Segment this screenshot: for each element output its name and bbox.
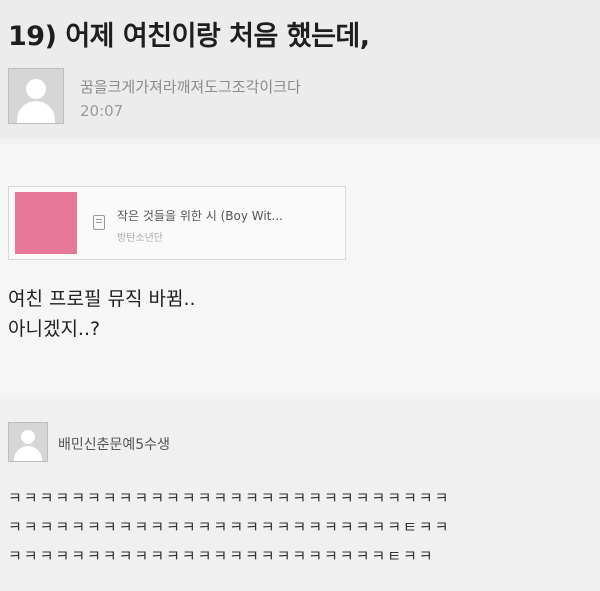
post-content: 작은 것들을 위한 시 (Boy Wit... 방탄소년단 여친 프로필 뮤직 … (0, 144, 600, 396)
post-title: 19) 어제 여친이랑 처음 했는데, (8, 21, 370, 52)
post-body-line: 아니겠지..? (8, 318, 101, 340)
album-art (15, 192, 77, 254)
author-name[interactable]: 꿈을크게가져라깨져도그조각이크다 (80, 76, 301, 97)
commenter-avatar[interactable] (8, 422, 48, 462)
post-time: 20:07 (80, 102, 124, 120)
post-body: 여친 프로필 뮤직 바뀜.. 아니겠지..? (8, 284, 196, 344)
author-avatar[interactable] (8, 68, 64, 124)
song-artist: 방탄소년단 (117, 233, 163, 244)
avatar-body-icon (17, 101, 55, 123)
avatar-body-icon (14, 446, 42, 461)
comment-text: ㅋㅋㅋㅋㅋㅋㅋㅋㅋㅋㅋㅋㅋㅋㅋㅋㅋㅋㅋㅋㅋㅋㅋㅋㅋㅋㅋㅋ ㅋㅋㅋㅋㅋㅋㅋㅋㅋㅋㅋ… (8, 484, 450, 571)
post-body-line: 여친 프로필 뮤직 바뀜.. (8, 288, 196, 310)
comment-author[interactable]: 배민신춘문예5수생 (58, 434, 170, 454)
profile-music-card[interactable]: 작은 것들을 위한 시 (Boy Wit... 방탄소년단 (8, 186, 346, 260)
comment-line: ㅋㅋㅋㅋㅋㅋㅋㅋㅋㅋㅋㅋㅋㅋㅋㅋㅋㅋㅋㅋㅋㅋㅋㅋㅋㅋㅋㅋ (8, 489, 451, 507)
avatar-head-icon (26, 79, 46, 99)
comment-line: ㅋㅋㅋㅋㅋㅋㅋㅋㅋㅋㅋㅋㅋㅋㅋㅋㅋㅋㅋㅋㅋㅋㅋㅋㅌㅋㅋ (8, 547, 435, 565)
avatar-head-icon (21, 430, 35, 444)
lyrics-icon (93, 215, 105, 230)
comment: 배민신춘문예5수생 ㅋㅋㅋㅋㅋㅋㅋㅋㅋㅋㅋㅋㅋㅋㅋㅋㅋㅋㅋㅋㅋㅋㅋㅋㅋㅋㅋㅋ ㅋ… (0, 400, 600, 591)
post-header: 19) 어제 여친이랑 처음 했는데, 꿈을크게가져라깨져도그조각이크다 20:… (0, 0, 600, 138)
comment-line: ㅋㅋㅋㅋㅋㅋㅋㅋㅋㅋㅋㅋㅋㅋㅋㅋㅋㅋㅋㅋㅋㅋㅋㅋㅋㅌㅋㅋ (8, 518, 451, 536)
song-title: 작은 것들을 위한 시 (Boy Wit... (117, 209, 283, 223)
